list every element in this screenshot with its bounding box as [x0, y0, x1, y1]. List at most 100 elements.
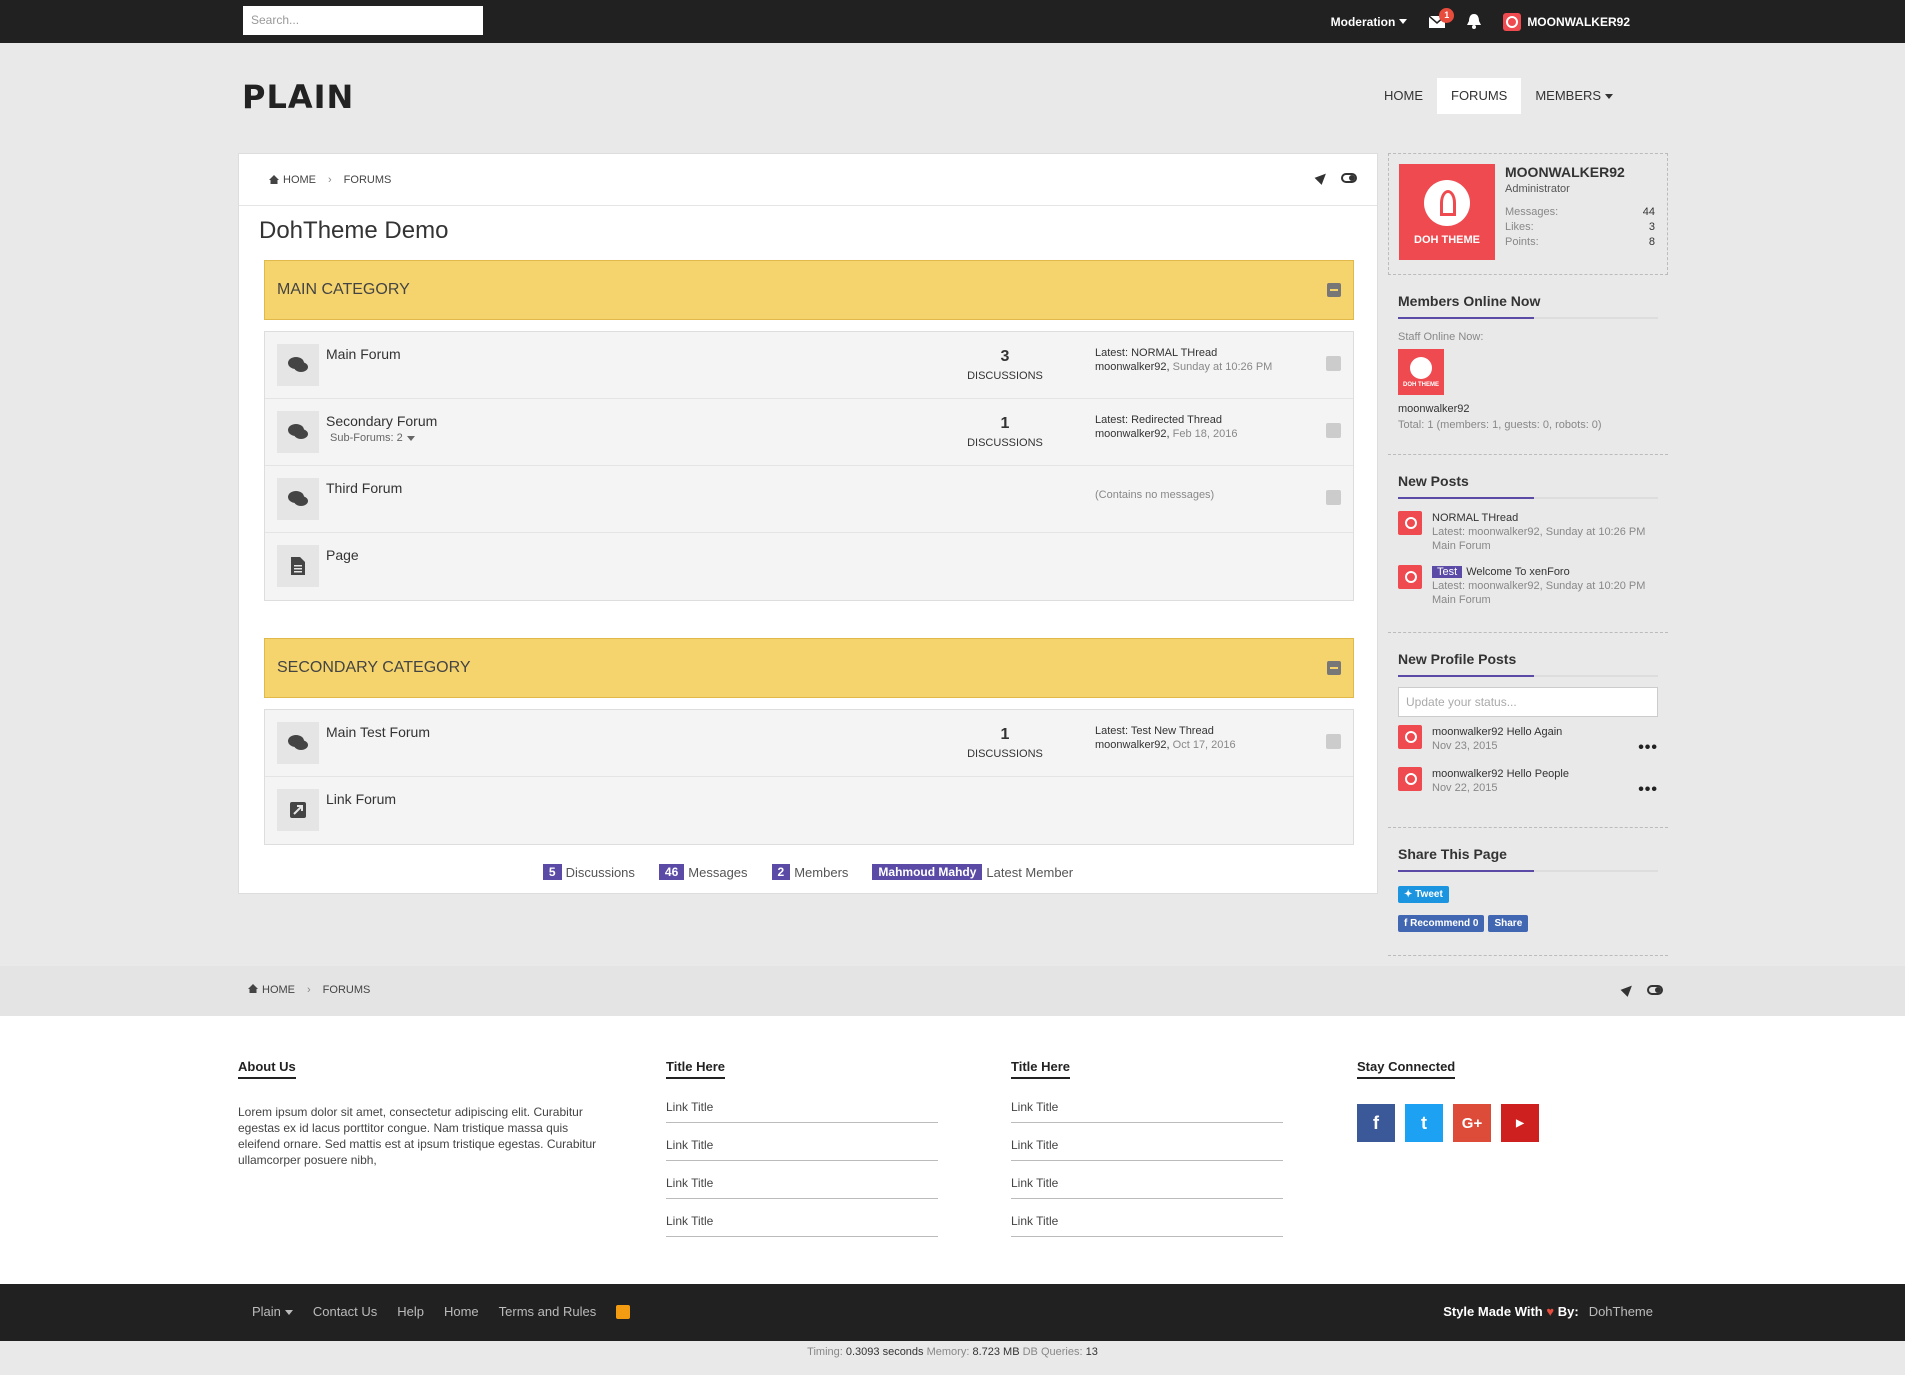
chevron-down-icon: [1605, 94, 1614, 100]
sidebar: DOH THEME MOONWALKER92 Administrator Mes…: [1388, 153, 1668, 956]
google-plus-icon[interactable]: G+: [1453, 1104, 1491, 1142]
footer-link[interactable]: Link Title: [1011, 1085, 1283, 1123]
category-title[interactable]: SECONDARY CATEGORY: [277, 659, 471, 677]
post-forum[interactable]: Main Forum: [1432, 594, 1491, 606]
facebook-icon[interactable]: f: [1357, 1104, 1395, 1142]
breadcrumb-home[interactable]: HOME: [283, 174, 316, 186]
account-menu[interactable]: MOONWALKER92: [1503, 12, 1630, 31]
jump-icon[interactable]: [1620, 982, 1636, 997]
toggle-icon[interactable]: [1341, 172, 1357, 183]
footer-links-2: Title Here Link Title Link Title Link Ti…: [1011, 1058, 1283, 1237]
terms-link[interactable]: Terms and Rules: [499, 1304, 597, 1319]
site-logo[interactable]: PLAIN: [242, 78, 354, 116]
timing-value: 0.3093 seconds: [845, 1346, 924, 1358]
footer-heading: Title Here: [666, 1059, 726, 1079]
tweet-label: Tweet: [1415, 889, 1443, 900]
search-input[interactable]: Search...: [243, 6, 483, 35]
inbox-button[interactable]: 1: [1429, 7, 1455, 28]
more-icon[interactable]: •••: [1638, 782, 1658, 798]
footer-about: About Us Lorem ipsum dolor sit amet, con…: [238, 1058, 598, 1168]
latest-member-link[interactable]: Mahmoud Mahdy: [872, 864, 983, 880]
rss-icon[interactable]: [1326, 356, 1341, 371]
share-button[interactable]: Share: [1488, 915, 1529, 932]
latest-user-link[interactable]: moonwalker92,: [1095, 739, 1170, 751]
nav-members[interactable]: MEMBERS: [1521, 78, 1627, 114]
rss-icon[interactable]: [1326, 423, 1341, 438]
discussion-label: DISCUSSIONS: [967, 370, 1043, 382]
forum-title[interactable]: Page: [326, 547, 359, 563]
avatar[interactable]: DOH THEME: [1398, 349, 1444, 395]
footer-link[interactable]: Link Title: [666, 1123, 938, 1161]
footer-link[interactable]: Link Title: [666, 1085, 938, 1123]
breadcrumb-forums[interactable]: FORUMS: [323, 984, 371, 996]
tweet-button[interactable]: ✦ Tweet: [1398, 886, 1449, 903]
forum-title[interactable]: Third Forum: [326, 480, 402, 496]
category-header[interactable]: SECONDARY CATEGORY: [264, 638, 1354, 698]
avatar[interactable]: DOH THEME: [1399, 164, 1495, 260]
toggle-icon[interactable]: [1647, 984, 1663, 995]
footer-link[interactable]: Link Title: [666, 1161, 938, 1199]
moderation-menu[interactable]: Moderation: [1331, 15, 1408, 29]
jump-icon[interactable]: [1314, 170, 1330, 185]
latest-thread-link[interactable]: Latest: Redirected Thread: [1095, 414, 1222, 426]
post-forum[interactable]: Main Forum: [1432, 540, 1491, 552]
collapse-icon[interactable]: [1327, 283, 1341, 297]
bell-icon: [1467, 14, 1482, 29]
brand-link[interactable]: DohTheme: [1589, 1304, 1653, 1319]
contact-link[interactable]: Contact Us: [313, 1304, 377, 1319]
post-date: Nov 22, 2015: [1432, 782, 1498, 794]
forum-stats: 1 DISCUSSIONS: [945, 415, 1065, 449]
avatar[interactable]: [1398, 767, 1422, 791]
help-link[interactable]: Help: [397, 1304, 424, 1319]
avatar[interactable]: [1398, 565, 1422, 589]
section-title: Members Online Now: [1398, 275, 1658, 319]
style-chooser[interactable]: Plain: [252, 1304, 293, 1319]
rss-icon[interactable]: [1326, 734, 1341, 749]
post-user[interactable]: moonwalker92: [1432, 768, 1504, 780]
youtube-icon[interactable]: ▶: [1501, 1104, 1539, 1142]
breadcrumb-forums[interactable]: FORUMS: [344, 174, 392, 186]
breadcrumb-home[interactable]: HOME: [262, 984, 295, 996]
latest-user-link[interactable]: moonwalker92,: [1095, 361, 1170, 373]
home-link[interactable]: Home: [444, 1304, 479, 1319]
forum-title[interactable]: Main Test Forum: [326, 724, 430, 740]
latest-thread-link[interactable]: Latest: Test New Thread: [1095, 725, 1214, 737]
latest-user-link[interactable]: moonwalker92,: [1095, 428, 1170, 440]
main-nav: HOME FORUMS MEMBERS: [1370, 78, 1627, 114]
more-icon[interactable]: •••: [1638, 740, 1658, 756]
avatar[interactable]: [1398, 511, 1422, 535]
post-user[interactable]: moonwalker92: [1432, 726, 1504, 738]
nav-forums[interactable]: FORUMS: [1437, 78, 1522, 114]
recommend-button[interactable]: f Recommend 0: [1398, 915, 1485, 932]
category-title[interactable]: MAIN CATEGORY: [277, 281, 410, 299]
category-header[interactable]: MAIN CATEGORY: [264, 260, 1354, 320]
online-user[interactable]: moonwalker92: [1398, 403, 1658, 415]
forum-title[interactable]: Link Forum: [326, 791, 396, 807]
section-title: New Posts: [1398, 455, 1658, 499]
footer-link[interactable]: Link Title: [1011, 1161, 1283, 1199]
forum-title[interactable]: Main Forum: [326, 346, 401, 362]
last-post: (Contains no messages): [1095, 488, 1214, 502]
footer-link[interactable]: Link Title: [1011, 1123, 1283, 1161]
latest-thread-link[interactable]: Latest: NORMAL THread: [1095, 347, 1217, 359]
new-posts: New Posts NORMAL THread Latest: moonwalk…: [1388, 455, 1668, 633]
last-post: Latest: Test New Thread moonwalker92, Oct…: [1095, 724, 1236, 752]
status-input[interactable]: Update your status...: [1398, 687, 1658, 717]
avatar[interactable]: [1398, 725, 1422, 749]
messages-label: Messages: [688, 864, 748, 880]
collapse-icon[interactable]: [1327, 661, 1341, 675]
footer-link[interactable]: Link Title: [666, 1199, 938, 1237]
post-title[interactable]: NORMAL THread: [1432, 512, 1518, 524]
comments-icon: [277, 411, 319, 453]
alerts-button[interactable]: [1467, 14, 1482, 29]
post-title[interactable]: Welcome To xenForo: [1466, 566, 1570, 578]
subforums-toggle[interactable]: Sub-Forums: 2: [330, 432, 415, 444]
forum-title[interactable]: Secondary Forum: [326, 413, 437, 429]
rss-icon[interactable]: [616, 1304, 631, 1319]
rss-icon[interactable]: [1326, 490, 1341, 505]
profile-name[interactable]: MOONWALKER92: [1505, 164, 1625, 180]
nav-home[interactable]: HOME: [1370, 78, 1437, 114]
twitter-icon[interactable]: t: [1405, 1104, 1443, 1142]
footer-link[interactable]: Link Title: [1011, 1199, 1283, 1237]
avatar-text: DOH THEME: [1403, 381, 1439, 388]
